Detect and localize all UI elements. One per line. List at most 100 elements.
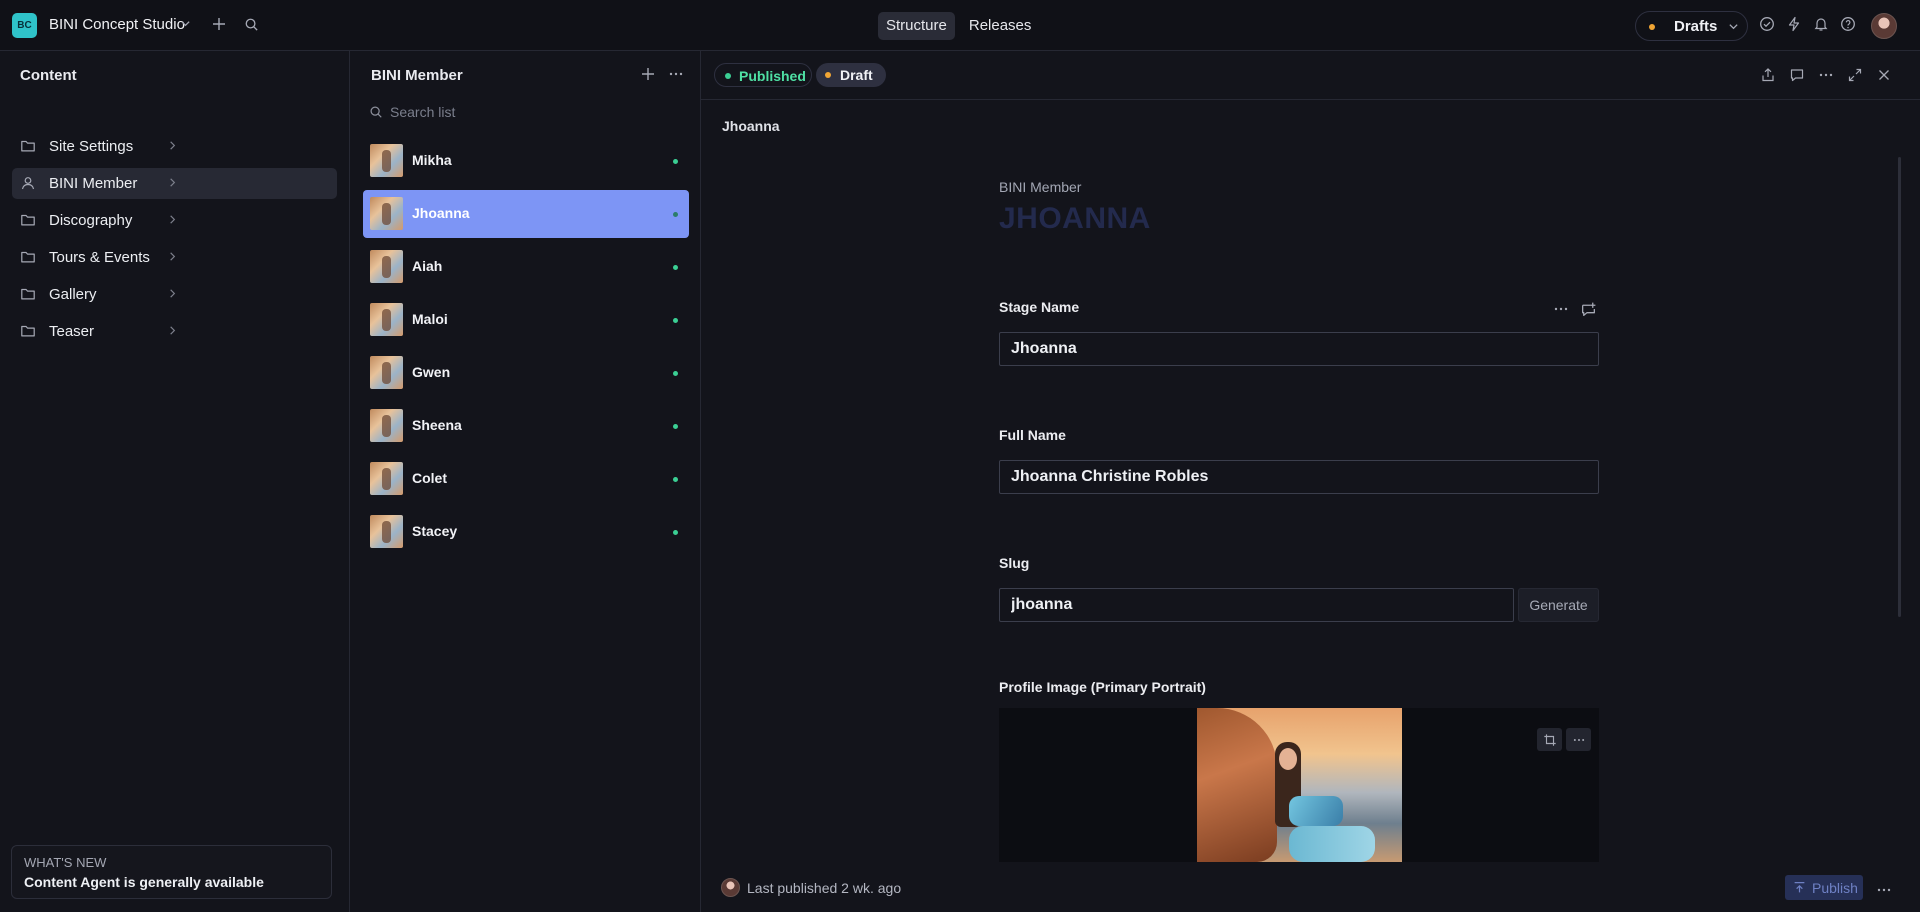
whats-new-card[interactable]: WHAT'S NEW Content Agent is generally av… <box>11 845 332 899</box>
member-name: Sheena <box>412 417 462 433</box>
tab-structure[interactable]: Structure <box>878 12 955 40</box>
add-comment-icon[interactable] <box>1580 301 1597 318</box>
member-name: Stacey <box>412 523 458 539</box>
more-horizontal-icon[interactable] <box>668 68 684 80</box>
published-label: Published <box>739 68 806 84</box>
nav-tabs: Structure Releases <box>878 12 1039 40</box>
published-status-dot <box>673 424 678 429</box>
member-list-item[interactable]: Stacey <box>363 508 689 556</box>
full-name-input[interactable] <box>999 460 1599 494</box>
publish-icon <box>1793 881 1806 894</box>
last-published-text: Last published 2 wk. ago <box>747 880 902 896</box>
check-circle-icon[interactable] <box>1759 16 1775 32</box>
published-status-dot <box>673 265 678 270</box>
document-heading: JHOANNA <box>999 202 1151 235</box>
draft-status-dot <box>1649 24 1655 30</box>
member-list-item[interactable]: Jhoanna <box>363 190 689 238</box>
profile-image-label: Profile Image (Primary Portrait) <box>999 679 1206 695</box>
document-pane: Published Draft Jhoanna BINI Member JHOA… <box>701 51 1920 912</box>
lightning-icon[interactable] <box>1786 16 1802 32</box>
draft-status-dot <box>825 72 831 78</box>
sidebar-item-gallery[interactable]: Gallery <box>12 279 337 310</box>
member-list-item[interactable]: Aiah <box>363 243 689 291</box>
plus-icon[interactable] <box>640 66 656 82</box>
workspace-name[interactable]: BINI Concept Studio <box>49 16 185 33</box>
publish-button[interactable]: Publish <box>1785 875 1863 900</box>
whats-new-label: WHAT'S NEW <box>24 855 107 870</box>
member-list-item[interactable]: Mikha <box>363 137 689 185</box>
help-circle-icon[interactable] <box>1840 16 1856 32</box>
publish-label: Publish <box>1812 879 1858 896</box>
whats-new-text: Content Agent is generally available <box>24 874 264 890</box>
bell-icon[interactable] <box>1813 16 1829 32</box>
member-thumbnail <box>370 462 403 495</box>
image-more-button[interactable] <box>1566 728 1591 751</box>
drafts-label: Drafts <box>1674 18 1718 35</box>
chevron-right-icon <box>20 214 325 225</box>
comment-icon[interactable] <box>1789 67 1805 83</box>
published-status-dot <box>725 73 731 79</box>
image-figure-legs <box>1289 826 1375 862</box>
sidebar-item-site-settings[interactable]: Site Settings <box>12 131 337 162</box>
crop-button[interactable] <box>1537 728 1562 751</box>
user-avatar[interactable] <box>1871 13 1897 39</box>
member-thumbnail <box>370 197 403 230</box>
close-icon[interactable] <box>1876 67 1892 83</box>
member-thumbnail <box>370 409 403 442</box>
chevron-down-icon[interactable] <box>180 18 191 29</box>
chevron-down-icon <box>1728 21 1739 32</box>
published-status-dot <box>673 371 678 376</box>
member-thumbnail <box>370 356 403 389</box>
content-pane-title: Content <box>20 67 77 84</box>
member-name: Gwen <box>412 364 451 380</box>
draft-label: Draft <box>840 67 873 83</box>
image-figure-top <box>1289 796 1343 826</box>
chevron-right-icon <box>20 177 325 188</box>
member-thumbnail <box>370 250 403 283</box>
sidebar-item-discography[interactable]: Discography <box>12 205 337 236</box>
more-horizontal-icon[interactable] <box>1553 303 1569 315</box>
generate-slug-button[interactable]: Generate <box>1518 588 1599 622</box>
plus-icon[interactable] <box>211 16 227 32</box>
published-status-dot <box>673 159 678 164</box>
member-list-item[interactable]: Gwen <box>363 349 689 397</box>
member-thumbnail <box>370 515 403 548</box>
member-thumbnail <box>370 303 403 336</box>
search-list-input[interactable] <box>390 100 690 124</box>
published-tab[interactable]: Published <box>714 63 812 87</box>
search-icon <box>369 105 383 119</box>
member-pane-title: BINI Member <box>371 67 463 84</box>
chevron-right-icon <box>20 251 325 262</box>
more-horizontal-icon[interactable] <box>1876 884 1892 896</box>
chevron-right-icon <box>20 140 325 151</box>
slug-input[interactable] <box>999 588 1514 622</box>
tab-releases[interactable]: Releases <box>961 12 1040 40</box>
crop-icon <box>1543 733 1557 747</box>
expand-icon[interactable] <box>1847 67 1863 83</box>
published-status-dot <box>673 212 678 217</box>
sidebar-item-teaser[interactable]: Teaser <box>12 316 337 347</box>
document-title: Jhoanna <box>722 118 780 134</box>
slug-label: Slug <box>999 555 1030 571</box>
member-list-pane: BINI Member Mikha Jhoanna Aiah Maloi Gwe… <box>350 51 701 912</box>
more-horizontal-icon[interactable] <box>1818 69 1834 81</box>
share-icon[interactable] <box>1760 67 1776 83</box>
published-status-dot <box>673 477 678 482</box>
member-name: Colet <box>412 470 447 486</box>
stage-name-input[interactable] <box>999 332 1599 366</box>
chevron-right-icon <box>20 325 325 336</box>
profile-image-field[interactable] <box>999 708 1599 862</box>
member-list-item[interactable]: Colet <box>363 455 689 503</box>
member-list-item[interactable]: Maloi <box>363 296 689 344</box>
sidebar-item-tours-events[interactable]: Tours & Events <box>12 242 337 273</box>
sidebar-item-bini-member[interactable]: BINI Member <box>12 168 337 199</box>
scrollbar[interactable] <box>1898 157 1901 617</box>
draft-tab[interactable]: Draft <box>816 63 886 87</box>
drafts-selector[interactable]: Drafts <box>1635 11 1748 41</box>
search-icon[interactable] <box>244 17 259 32</box>
stage-name-label: Stage Name <box>999 299 1080 315</box>
workspace-badge[interactable]: BC <box>12 13 37 38</box>
document-type-label: BINI Member <box>999 179 1082 195</box>
member-list-item[interactable]: Sheena <box>363 402 689 450</box>
full-name-label: Full Name <box>999 427 1066 443</box>
